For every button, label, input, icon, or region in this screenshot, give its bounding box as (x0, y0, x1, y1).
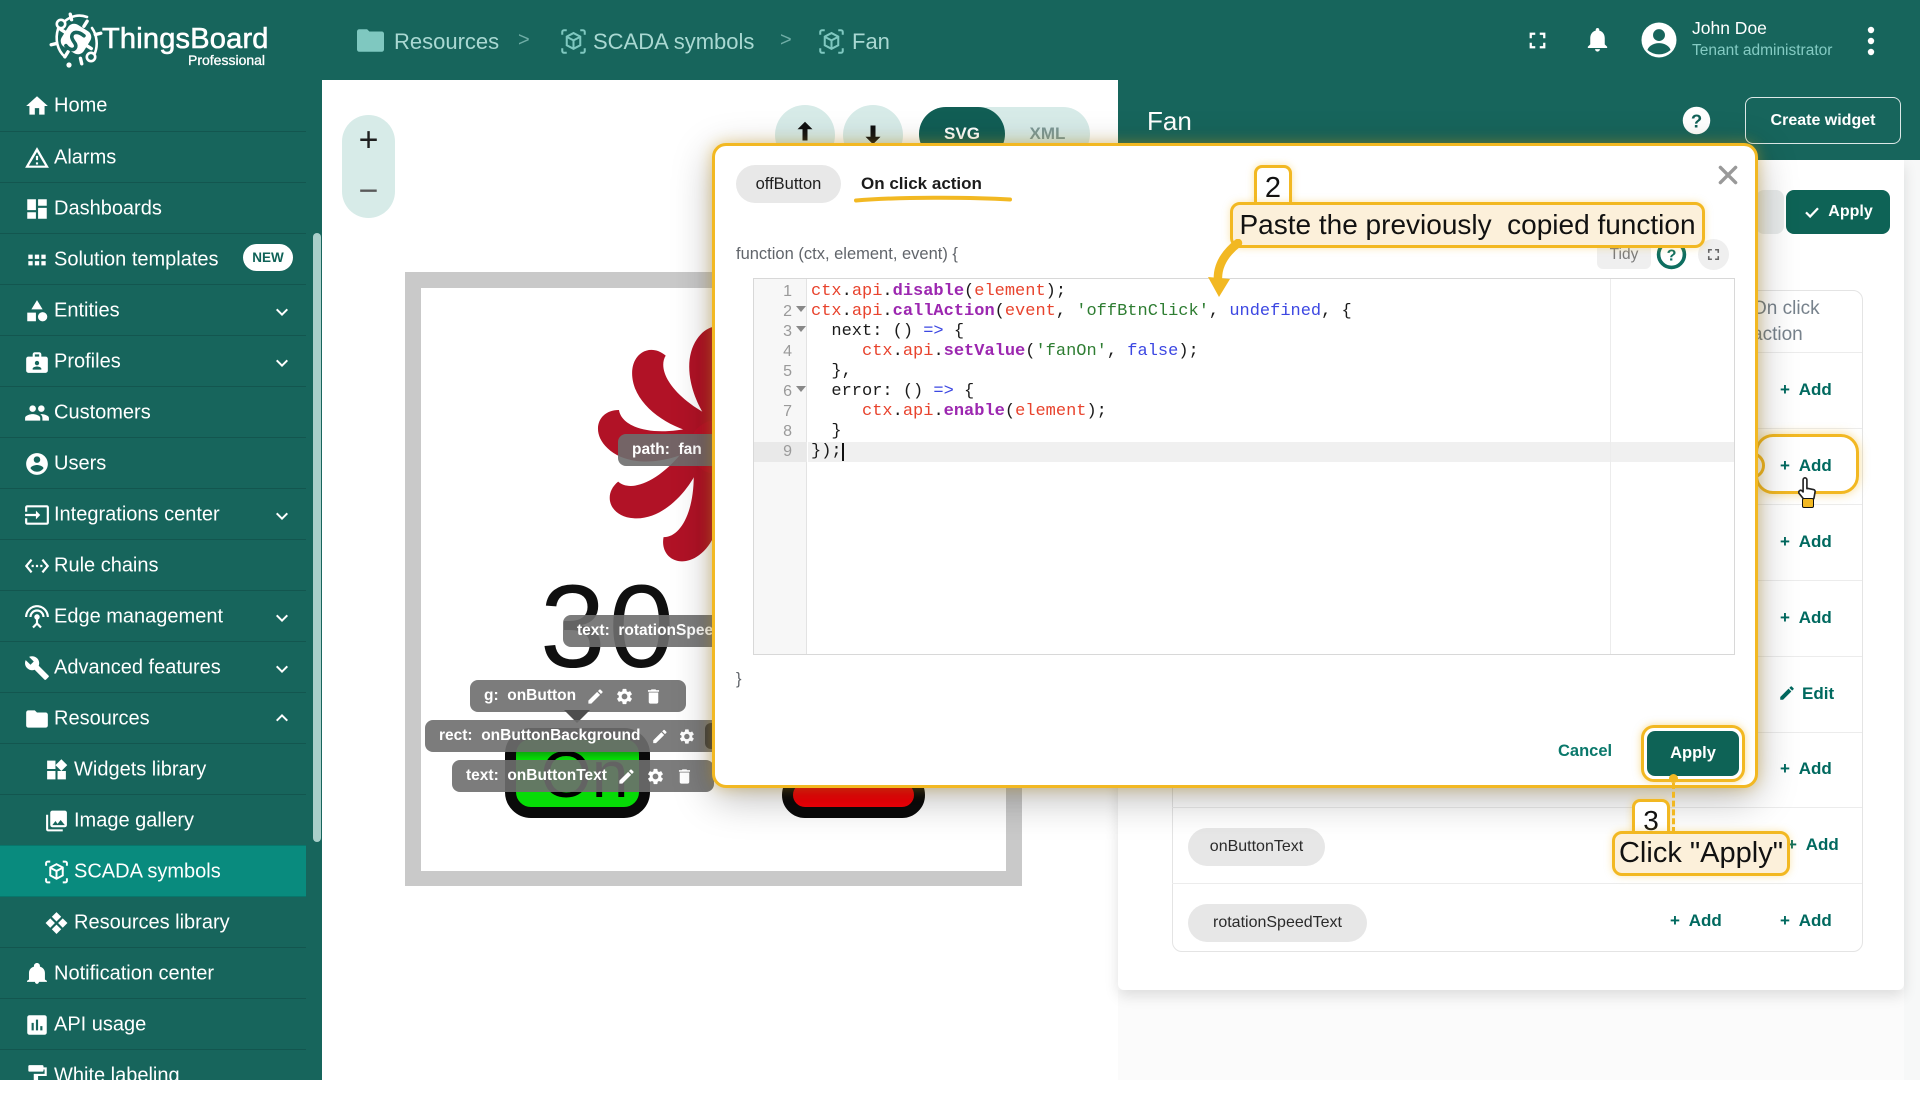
svg-text:?: ? (1691, 110, 1702, 131)
svg-text:?: ? (1667, 246, 1677, 264)
